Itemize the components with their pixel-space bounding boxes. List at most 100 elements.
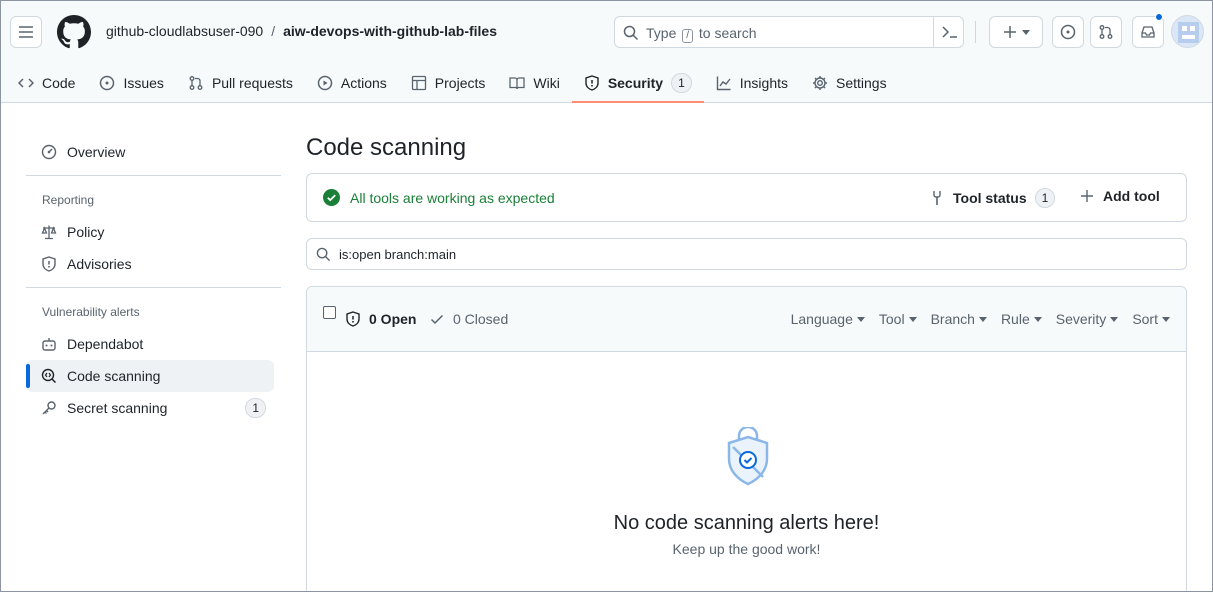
tab-projects[interactable]: Projects xyxy=(399,63,498,103)
tab-code[interactable]: Code xyxy=(1,63,87,103)
filter-label: Branch xyxy=(930,311,975,327)
user-avatar-icon xyxy=(1178,22,1199,43)
sidebar-item-code-scanning[interactable]: Code scanning xyxy=(26,360,274,392)
sidebar-item-label: Code scanning xyxy=(67,368,161,384)
issue-opened-icon xyxy=(100,75,115,91)
tab-settings[interactable]: Settings xyxy=(800,63,899,103)
breadcrumb-owner[interactable]: github-cloudlabsuser-090 xyxy=(106,23,263,39)
inbox-icon xyxy=(1141,26,1155,38)
header-separator xyxy=(975,21,976,43)
open-alerts-label: 0 Open xyxy=(369,311,417,327)
notification-dot xyxy=(1155,13,1163,21)
sidebar-item-label: Overview xyxy=(67,144,126,160)
book-icon xyxy=(509,77,526,90)
search-icon xyxy=(316,247,331,262)
chevron-down-icon xyxy=(1033,316,1042,322)
plus-icon xyxy=(1081,190,1093,202)
branch-filter-dropdown[interactable]: Branch xyxy=(931,311,987,327)
search-shortcut-key: / xyxy=(682,29,694,43)
severity-filter-dropdown[interactable]: Severity xyxy=(1056,311,1119,327)
tools-icon xyxy=(933,191,941,205)
your-issues-button[interactable] xyxy=(1052,16,1084,48)
sidebar-divider xyxy=(26,175,281,176)
sidebar-item-label: Secret scanning xyxy=(67,400,168,416)
shield-icon xyxy=(585,75,599,91)
tool-filter-dropdown[interactable]: Tool xyxy=(879,311,917,327)
tool-status-button[interactable]: Tool status 1 xyxy=(929,188,1056,208)
play-icon xyxy=(317,75,333,91)
chevron-down-icon xyxy=(1110,316,1119,322)
open-alerts-tab[interactable]: 0 Open xyxy=(345,311,416,327)
closed-alerts-tab[interactable]: 0 Closed xyxy=(429,311,508,327)
filter-label: Rule xyxy=(1000,311,1030,327)
git-pull-request-icon xyxy=(1099,25,1113,39)
filter-label: Severity xyxy=(1055,311,1107,327)
check-circle-fill-icon xyxy=(323,189,340,206)
tab-security[interactable]: Security 1 xyxy=(571,63,704,103)
select-all-checkbox[interactable] xyxy=(323,306,336,319)
secret-scanning-counter: 1 xyxy=(245,398,266,418)
github-logo-icon[interactable] xyxy=(57,15,91,49)
alert-filter-dropdowns: Language Tool Branch Rule Severity Sort xyxy=(791,311,1170,327)
tools-ok-text: All tools are working as expected xyxy=(350,189,555,206)
tab-security-label: Security xyxy=(607,75,664,91)
filter-label: Sort xyxy=(1132,311,1158,327)
tab-actions[interactable]: Actions xyxy=(305,63,399,103)
global-search-input[interactable]: Type / to search xyxy=(614,16,964,48)
sidebar-item-label: Advisories xyxy=(67,256,132,272)
app-header: github-cloudlabsuser-090 / aiw-devops-wi… xyxy=(1,1,1212,103)
breadcrumb: github-cloudlabsuser-090 / aiw-devops-wi… xyxy=(106,23,497,39)
tab-issues[interactable]: Issues xyxy=(87,63,175,103)
table-icon xyxy=(411,75,426,91)
browser-frame: github-cloudlabsuser-090 / aiw-devops-wi… xyxy=(0,0,1213,592)
tab-pull-requests-label: Pull requests xyxy=(211,75,293,91)
search-divider xyxy=(933,17,934,47)
add-tool-label: Add tool xyxy=(1103,188,1160,204)
menu-button[interactable] xyxy=(10,16,42,48)
repo-nav: Code Issues Pull requests Actions Projec… xyxy=(1,63,899,103)
your-pull-requests-button[interactable] xyxy=(1090,16,1122,48)
breadcrumb-repo[interactable]: aiw-devops-with-github-lab-files xyxy=(283,23,497,39)
codescan-icon xyxy=(41,368,57,384)
rule-filter-dropdown[interactable]: Rule xyxy=(1001,311,1042,327)
closed-alerts-label: 0 Closed xyxy=(453,311,509,327)
alerts-filter-input[interactable]: is:open branch:main xyxy=(306,238,1187,270)
gear-icon xyxy=(813,76,827,90)
sidebar-item-overview[interactable]: Overview xyxy=(26,136,274,168)
sort-dropdown[interactable]: Sort xyxy=(1132,311,1170,327)
tool-status-counter: 1 xyxy=(1034,188,1056,208)
chevron-down-icon xyxy=(1022,29,1030,35)
create-new-button[interactable] xyxy=(989,16,1043,48)
shield-icon xyxy=(346,311,360,327)
avatar[interactable] xyxy=(1171,15,1204,48)
sidebar-heading-vulnerability-alerts: Vulnerability alerts xyxy=(42,305,140,319)
tab-settings-label: Settings xyxy=(836,75,887,91)
add-tool-button[interactable]: Add tool xyxy=(1079,188,1160,204)
alerts-list-header: 0 Open 0 Closed Language Tool Branch Rul… xyxy=(307,287,1186,352)
git-pull-request-icon xyxy=(189,76,203,90)
shield-icon xyxy=(42,256,56,272)
issue-opened-icon xyxy=(1060,24,1076,40)
tab-insights-label: Insights xyxy=(739,75,788,91)
chevron-down-icon xyxy=(856,316,865,322)
command-palette-icon[interactable] xyxy=(941,24,959,40)
dependabot-icon xyxy=(42,338,56,351)
tab-insights[interactable]: Insights xyxy=(704,63,800,103)
sidebar-item-dependabot[interactable]: Dependabot xyxy=(26,328,274,360)
tab-wiki-label: Wiki xyxy=(533,75,560,91)
sidebar-item-label: Policy xyxy=(67,224,105,240)
sidebar-divider xyxy=(26,287,281,288)
key-icon xyxy=(42,401,56,415)
tab-security-counter: 1 xyxy=(671,73,692,93)
sidebar-item-advisories[interactable]: Advisories xyxy=(26,248,274,280)
language-filter-dropdown[interactable]: Language xyxy=(791,311,865,327)
tab-wiki[interactable]: Wiki xyxy=(497,63,571,103)
tool-status-label: Tool status xyxy=(953,190,1027,206)
blankslate-title: No code scanning alerts here! xyxy=(613,512,880,534)
tab-pull-requests[interactable]: Pull requests xyxy=(176,63,305,103)
filter-label: Language xyxy=(790,311,853,327)
tab-projects-label: Projects xyxy=(434,75,486,91)
sidebar-item-secret-scanning[interactable]: Secret scanning 1 xyxy=(26,392,274,424)
sidebar-item-policy[interactable]: Policy xyxy=(26,216,274,248)
graph-icon xyxy=(716,76,731,91)
